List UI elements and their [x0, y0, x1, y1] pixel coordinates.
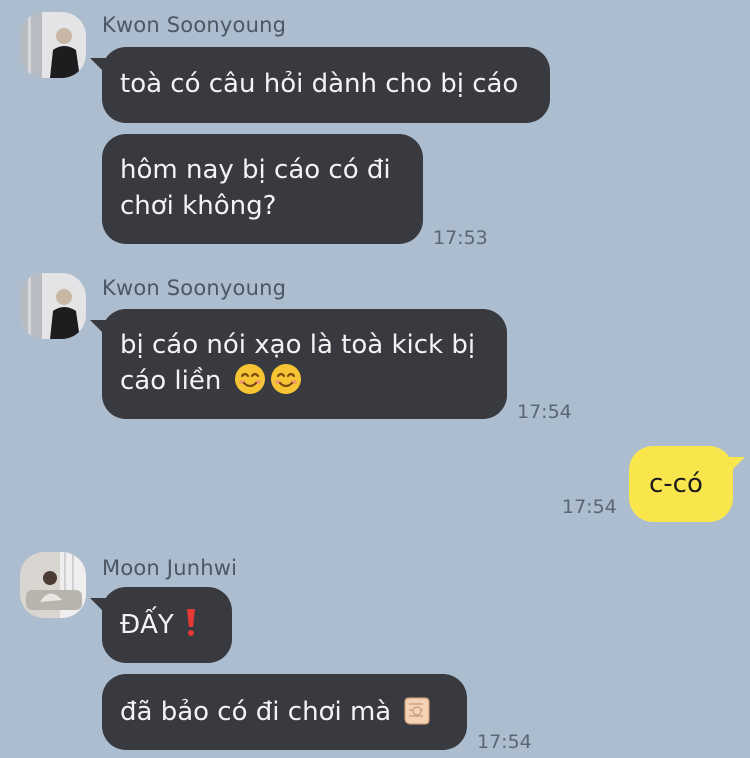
message-time: 17:54	[562, 496, 617, 518]
message-bubble[interactable]: đã bảo có đi chơi mà	[102, 674, 467, 750]
sender-name: Kwon Soonyoung	[102, 13, 287, 37]
message-bubble[interactable]: hôm nay bị cáo có đi chơi không?	[102, 134, 423, 244]
red-exclamation-icon	[186, 609, 195, 636]
pointing-hand-icon	[404, 697, 430, 725]
message-bubble[interactable]: bị cáo nói xạo là toà kick bị cáo liền	[102, 309, 507, 419]
message-text: ĐẤY	[120, 610, 174, 640]
avatar[interactable]	[20, 273, 86, 339]
message-bubble[interactable]: c-có	[629, 446, 733, 522]
message-text: hôm nay bị cáo có đi chơi không?	[120, 155, 391, 221]
message-time: 17:54	[477, 731, 532, 753]
sender-name: Kwon Soonyoung	[102, 276, 287, 300]
message-time: 17:53	[433, 227, 488, 249]
avatar[interactable]	[20, 12, 86, 78]
message-text: c-có	[649, 469, 703, 499]
smiling-face-icon	[234, 364, 265, 394]
smiling-face-icon	[270, 364, 301, 394]
message-bubble[interactable]: toà có câu hỏi dành cho bị cáo	[102, 47, 550, 123]
avatar[interactable]	[20, 552, 86, 618]
bubble-tail	[729, 457, 745, 473]
message-text: đã bảo có đi chơi mà	[120, 697, 392, 727]
message-time: 17:54	[517, 401, 572, 423]
sender-name: Moon Junhwi	[102, 556, 238, 580]
message-bubble[interactable]: ĐẤY	[102, 587, 232, 663]
message-text: toà có câu hỏi dành cho bị cáo	[120, 69, 519, 99]
